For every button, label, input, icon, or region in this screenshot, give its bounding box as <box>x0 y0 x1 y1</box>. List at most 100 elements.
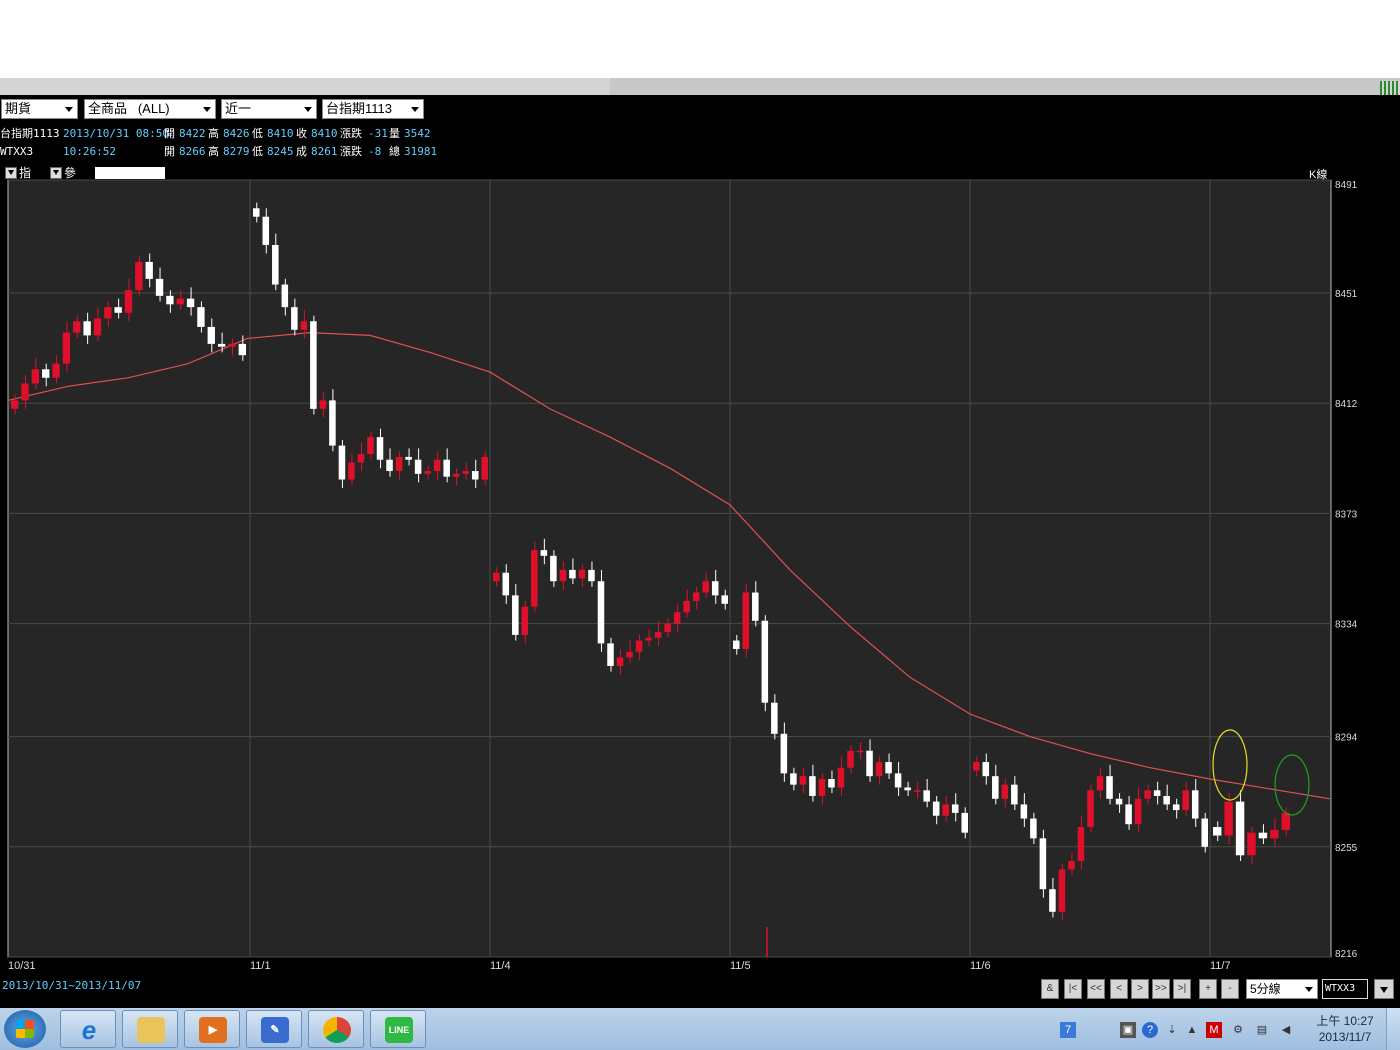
taskbar-line[interactable]: LINE <box>370 1010 426 1048</box>
candle-body <box>310 321 317 409</box>
period-select-value: 5分線 <box>1250 982 1281 996</box>
change-label: 漲跌 <box>340 145 362 158</box>
grid-icon[interactable] <box>1380 81 1400 95</box>
candle-body <box>1077 827 1085 861</box>
antivirus-tray-icon[interactable]: M <box>1206 1022 1222 1038</box>
start-button[interactable] <box>4 1010 46 1048</box>
candle-body <box>272 244 279 285</box>
candle-body <box>790 773 797 785</box>
low-value: 8410 <box>267 127 294 140</box>
nav-button[interactable]: >| <box>1173 979 1191 999</box>
candle-body <box>493 572 500 582</box>
y-tick-label: 8451 <box>1335 289 1358 300</box>
symbol-input[interactable]: WTXX3 <box>1322 979 1368 999</box>
candle-body <box>607 643 614 666</box>
candle-body <box>217 343 226 347</box>
contract-select[interactable]: 台指期1113 <box>322 99 424 119</box>
candle-body <box>1224 801 1233 836</box>
candle-body <box>1213 827 1222 836</box>
candle-body <box>875 762 883 777</box>
candle-body <box>1134 798 1142 825</box>
candle-body <box>904 787 911 791</box>
nav-button[interactable]: - <box>1221 979 1239 999</box>
candle-body <box>973 762 980 771</box>
nav-button[interactable]: & <box>1041 979 1059 999</box>
nav-button[interactable]: |< <box>1064 979 1082 999</box>
candle-body <box>155 278 164 296</box>
volume-icon[interactable]: ◀ <box>1278 1022 1294 1038</box>
candle-body <box>932 801 940 816</box>
candle-body <box>1096 776 1104 791</box>
period-select[interactable]: 5分線 <box>1246 979 1318 999</box>
candle-body <box>913 790 921 792</box>
candle-body <box>319 400 327 409</box>
candle-body <box>961 812 968 833</box>
symbol-dropdown-button[interactable] <box>1374 979 1394 999</box>
period-range-select[interactable]: 近一 <box>221 99 317 119</box>
candle-body <box>1201 818 1208 847</box>
open-label: 開 <box>164 127 175 140</box>
candle-body <box>433 459 441 472</box>
chevron-down-icon <box>65 107 73 112</box>
taskbar-clock[interactable]: 上午 10:27 2013/11/7 <box>1312 1013 1378 1045</box>
change-value: -8 <box>368 145 382 158</box>
candle-body <box>654 632 662 638</box>
candle-body <box>683 600 690 613</box>
show-desktop-button[interactable] <box>1386 1008 1400 1050</box>
windows-taskbar: e ▶ ✎ LINE 7 ▣ ? ⇣ ▲ M ⚙ ▤ ◀ 上午 10:27 201… <box>0 1008 1400 1050</box>
candle-body <box>923 790 930 802</box>
candle-body <box>711 581 719 596</box>
taskbar-tool[interactable]: ✎ <box>246 1010 302 1048</box>
taskbar-media[interactable]: ▶ <box>184 1010 240 1048</box>
candle-body <box>104 307 112 319</box>
nav-button[interactable]: > <box>1131 979 1149 999</box>
candlestick-chart[interactable]: 8491 8451 8412 8373 8334 8294 8255 8216 10/31 11/… <box>0 175 1400 975</box>
candle-body <box>1235 801 1245 856</box>
chrome-icon <box>323 1017 351 1043</box>
nav-button[interactable]: >> <box>1152 979 1170 999</box>
candle-body <box>83 321 91 336</box>
candle-body <box>982 762 990 777</box>
candle-body <box>395 456 403 472</box>
network-status-icon[interactable]: ▤ <box>1254 1022 1270 1038</box>
candle-body <box>673 612 681 624</box>
market-select[interactable]: 期貨 <box>1 99 78 119</box>
chevron-down-icon <box>411 107 419 112</box>
monitor-tray-icon[interactable]: ▣ <box>1120 1022 1136 1038</box>
nav-button[interactable]: + <box>1199 979 1217 999</box>
security-tray-icon[interactable]: ⚙ <box>1230 1022 1246 1038</box>
product-select[interactable]: 全商品 (ALL) <box>84 99 216 119</box>
candle-body <box>885 762 892 774</box>
total-volume-value: 31981 <box>404 145 438 158</box>
candle-body <box>951 804 959 813</box>
y-tick-label: 8491 <box>1335 180 1358 191</box>
x-tick-label: 11/4 <box>490 960 511 972</box>
market-select-value: 期貨 <box>5 101 32 116</box>
candle-body <box>481 456 488 480</box>
trading-app-window: 期貨 全商品 (ALL) 近一 台指期1113 台指期1113 2013/10/… <box>0 95 1400 1008</box>
candle-body <box>11 400 19 409</box>
nav-button[interactable]: < <box>1110 979 1128 999</box>
candle-body <box>443 459 450 477</box>
taskbar-explorer[interactable] <box>122 1010 178 1048</box>
candle-body <box>1172 804 1180 811</box>
candle-body <box>135 261 143 291</box>
network-tray-icon[interactable]: ⇣ <box>1164 1022 1180 1038</box>
show-hidden-icons-icon[interactable]: ▲ <box>1184 1022 1200 1038</box>
period-range-value: 近一 <box>225 101 252 116</box>
candle-body <box>992 776 999 799</box>
nav-button[interactable]: << <box>1087 979 1105 999</box>
x-tick-label: 11/5 <box>730 960 751 972</box>
taskbar-chrome[interactable] <box>308 1010 364 1048</box>
candle-body <box>702 581 709 593</box>
candle-body <box>1087 790 1094 828</box>
total-volume-label: 總 <box>389 145 400 158</box>
taskbar-ie[interactable]: e <box>60 1010 116 1048</box>
y-tick-label: 8255 <box>1335 843 1358 854</box>
volume-value: 3542 <box>404 127 431 140</box>
windows-logo-icon <box>16 1020 34 1038</box>
help-tray-icon[interactable]: ? <box>1142 1022 1158 1038</box>
candle-body <box>771 702 778 734</box>
app-tray-icon[interactable]: 7 <box>1060 1022 1076 1038</box>
candle-body <box>569 569 576 579</box>
